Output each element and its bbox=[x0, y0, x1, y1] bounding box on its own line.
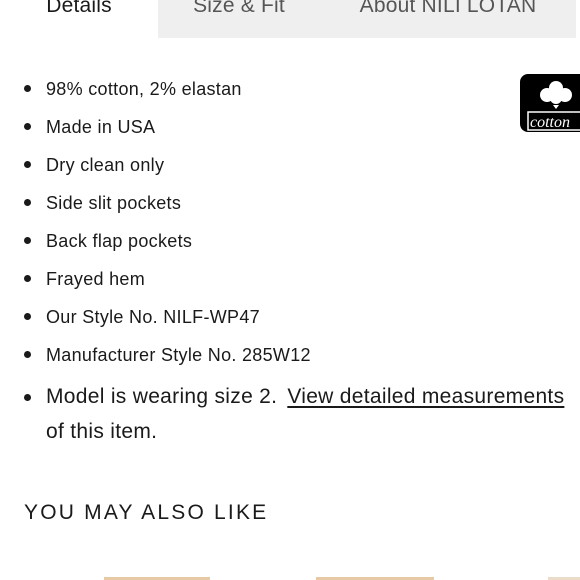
model-note-text: Model is wearing size 2. bbox=[46, 385, 278, 408]
view-measurements-link[interactable]: View detailed measurements bbox=[287, 385, 564, 408]
detail-item: Dry clean only bbox=[0, 146, 520, 184]
svg-text:cotton: cotton bbox=[530, 114, 570, 131]
detail-item: Made in USA bbox=[0, 108, 520, 146]
cotton-logo-icon: cotton bbox=[520, 74, 580, 132]
detail-item: 98% cotton, 2% elastan bbox=[0, 70, 520, 108]
bullet-icon bbox=[24, 161, 31, 168]
product-tabs: Details Size & Fit About NILI LOTAN bbox=[0, 0, 580, 38]
detail-text: Made in USA bbox=[46, 117, 156, 137]
bullet-icon bbox=[24, 123, 31, 130]
detail-text: Dry clean only bbox=[46, 155, 165, 175]
bullet-icon bbox=[24, 275, 31, 282]
detail-text: Frayed hem bbox=[46, 269, 146, 289]
detail-item: Back flap pockets bbox=[0, 222, 520, 260]
detail-item: Manufacturer Style No. 285W12 bbox=[0, 336, 520, 374]
bullet-icon bbox=[24, 85, 31, 92]
detail-item: Our Style No. NILF-WP47 bbox=[0, 298, 520, 336]
detail-text: Our Style No. NILF-WP47 bbox=[46, 307, 260, 327]
tab-details[interactable]: Details bbox=[0, 0, 158, 38]
bullet-icon bbox=[24, 199, 31, 206]
model-size-note: Model is wearing size 2. View detailed me… bbox=[0, 380, 580, 450]
tab-about-brand-label: About NILI LOTAN bbox=[359, 0, 537, 17]
detail-item: Side slit pockets bbox=[0, 184, 520, 222]
bullet-icon bbox=[24, 351, 31, 358]
detail-text: Manufacturer Style No. 285W12 bbox=[46, 345, 311, 365]
bullet-icon bbox=[24, 313, 31, 320]
detail-text: Back flap pockets bbox=[46, 231, 193, 251]
bullet-icon bbox=[24, 394, 31, 401]
tab-size-fit-label: Size & Fit bbox=[193, 0, 285, 17]
bullet-icon bbox=[24, 237, 31, 244]
model-note-line: Model is wearing size 2. View detailed me… bbox=[46, 380, 564, 414]
model-note-continuation: of this item. bbox=[46, 420, 158, 443]
tab-details-label: Details bbox=[46, 0, 112, 17]
detail-text: Side slit pockets bbox=[46, 193, 182, 213]
recommendations-heading: YOU MAY ALSO LIKE bbox=[24, 501, 269, 524]
tab-size-fit[interactable]: Size & Fit bbox=[158, 0, 320, 38]
product-details-list: 98% cotton, 2% elastan Made in USA Dry c… bbox=[0, 70, 520, 374]
detail-text: 98% cotton, 2% elastan bbox=[46, 79, 242, 99]
detail-item: Frayed hem bbox=[0, 260, 520, 298]
tab-about-brand[interactable]: About NILI LOTAN bbox=[320, 0, 576, 38]
